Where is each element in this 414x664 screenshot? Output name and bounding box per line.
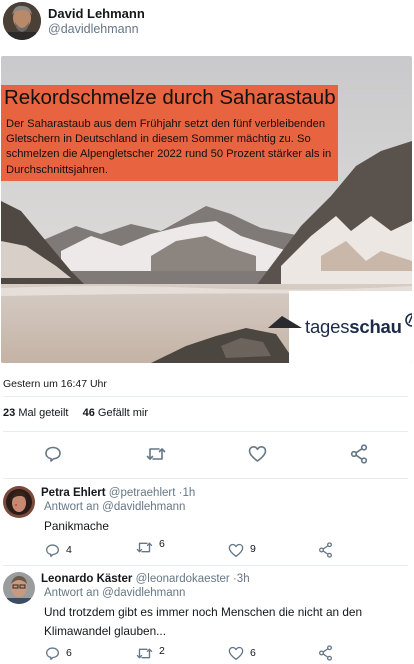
shares-label[interactable]: Mal geteilt xyxy=(18,407,68,419)
retweet-button[interactable]: 6 xyxy=(136,538,165,556)
reply-text: Panikmache xyxy=(44,519,109,533)
retweet-icon xyxy=(136,648,153,658)
headline-banner: Rekordschmelze durch Saharastaub xyxy=(1,85,338,113)
likes-label[interactable]: Gefällt mir xyxy=(98,407,148,419)
reply-text: Und trotzdem gibt es immer noch Menschen… xyxy=(44,605,363,638)
divider xyxy=(3,396,408,397)
reply-button[interactable] xyxy=(42,443,64,465)
heart-icon xyxy=(228,646,244,660)
reply-author-name[interactable]: Leonardo Käster xyxy=(41,573,132,585)
reply-tweet[interactable]: Leonardo Käster @leonardokaester ·3h Ant… xyxy=(3,572,408,664)
like-count: 9 xyxy=(250,543,256,555)
heart-icon xyxy=(248,446,266,462)
avatar[interactable] xyxy=(3,572,35,604)
reply-to-label[interactable]: Antwort an @davidlehmann xyxy=(44,501,185,513)
divider xyxy=(3,565,408,566)
media-headline: Rekordschmelze durch Saharastaub xyxy=(4,86,336,109)
tweet-timestamp[interactable]: Gestern um 16:47 Uhr xyxy=(3,378,107,390)
reply-time[interactable]: 3h xyxy=(237,573,250,585)
retweet-icon xyxy=(146,448,166,460)
tweet-media-image[interactable]: Rekordschmelze durch Saharastaub Der Sah… xyxy=(1,56,412,363)
retweet-button[interactable] xyxy=(145,443,167,465)
reply-button[interactable]: 6 xyxy=(45,644,72,662)
reply-tweet[interactable]: Petra Ehlert @petraehlert ·1h Antwort an… xyxy=(3,486,408,561)
author-name[interactable]: David Lehmann xyxy=(48,6,145,21)
tagesschau-logo: tagesschau xyxy=(305,313,412,338)
share-button[interactable] xyxy=(318,644,333,662)
author-handle[interactable]: @davidlehmann xyxy=(48,22,139,36)
reply-to-label[interactable]: Antwort an @davidlehmann xyxy=(44,587,185,599)
reply-author-handle[interactable]: @leonardokaester xyxy=(136,573,230,585)
reply-count: 6 xyxy=(66,647,72,659)
reply-icon xyxy=(46,646,59,660)
shares-count[interactable]: 23 xyxy=(3,407,15,419)
media-caption: Der Saharastaub aus dem Frühjahr setzt d… xyxy=(6,118,332,176)
reply-icon xyxy=(45,446,61,462)
avatar[interactable] xyxy=(3,2,41,40)
reply-count: 4 xyxy=(66,544,72,556)
like-count: 6 xyxy=(250,647,256,659)
reply-time[interactable]: 1h xyxy=(182,487,195,499)
retweet-icon xyxy=(136,542,153,552)
share-button[interactable] xyxy=(348,443,370,465)
avatar[interactable] xyxy=(3,486,35,518)
reply-icon xyxy=(46,543,59,557)
share-icon xyxy=(319,542,332,558)
caption-banner: Der Saharastaub aus dem Frühjahr setzt d… xyxy=(1,113,338,181)
retweet-count: 2 xyxy=(159,645,165,657)
share-icon xyxy=(350,444,368,464)
tagesschau-mark-icon xyxy=(268,316,302,328)
retweet-count: 6 xyxy=(159,538,165,550)
share-button[interactable] xyxy=(318,541,333,559)
like-button[interactable]: 9 xyxy=(228,541,256,559)
likes-count[interactable]: 46 xyxy=(83,407,95,419)
share-icon xyxy=(319,645,332,661)
divider xyxy=(3,478,408,479)
retweet-button[interactable]: 2 xyxy=(136,644,165,662)
reply-header: Petra Ehlert @petraehlert ·1h xyxy=(41,487,195,499)
like-button[interactable]: 6 xyxy=(228,644,256,662)
tweet-stats: 23 Mal geteilt 46 Gefällt mir xyxy=(3,407,148,419)
heart-icon xyxy=(228,543,244,557)
reply-author-name[interactable]: Petra Ehlert xyxy=(41,487,106,499)
tweet-author: David Lehmann @davidlehmann xyxy=(3,2,411,42)
reply-header: Leonardo Käster @leonardokaester ·3h xyxy=(41,573,250,585)
reply-author-handle[interactable]: @petraehlert xyxy=(109,487,176,499)
reply-button[interactable]: 4 xyxy=(45,541,72,559)
like-button[interactable] xyxy=(246,443,268,465)
ard-logo-icon xyxy=(404,313,412,327)
divider xyxy=(3,431,408,432)
